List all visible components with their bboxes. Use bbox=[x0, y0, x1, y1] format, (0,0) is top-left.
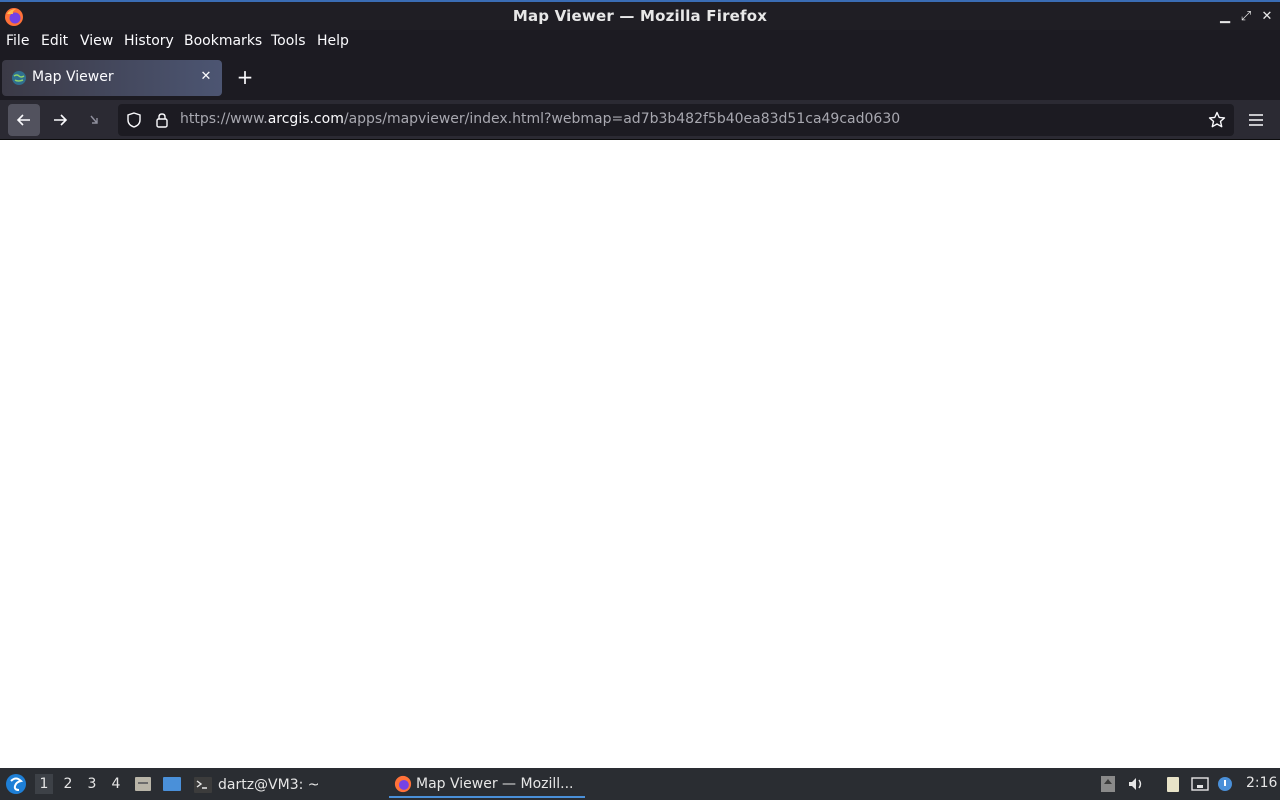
globe-icon bbox=[12, 71, 26, 85]
taskbar-terminal[interactable]: dartz@VM3: ~ bbox=[194, 772, 320, 798]
back-button[interactable] bbox=[8, 104, 40, 136]
url-bar[interactable]: https://www.arcgis.com/apps/mapviewer/in… bbox=[118, 104, 1234, 136]
workspace-3[interactable]: 3 bbox=[83, 774, 101, 794]
tab-map-viewer[interactable]: Map Viewer ✕ bbox=[2, 60, 222, 96]
menu-help[interactable]: Help bbox=[317, 33, 349, 49]
url-path: /apps/mapviewer/index.html?webmap=ad7b3b… bbox=[343, 111, 901, 127]
shield-icon[interactable] bbox=[126, 112, 142, 128]
maximize-button[interactable]: ⤢ bbox=[1238, 8, 1254, 24]
network-icon[interactable] bbox=[1191, 775, 1209, 793]
window-title: Map Viewer — Mozilla Firefox bbox=[512, 7, 768, 25]
workspace-4[interactable]: 4 bbox=[107, 774, 125, 794]
volume-icon[interactable] bbox=[1127, 775, 1145, 793]
menu-tools[interactable]: Tools bbox=[271, 33, 306, 49]
taskbar-firefox-label: Map Viewer — Mozill... bbox=[416, 776, 574, 792]
url-host: arcgis.com bbox=[267, 111, 344, 127]
tab-strip: Map Viewer ✕ + bbox=[0, 55, 1280, 100]
app-menu-button[interactable] bbox=[1244, 108, 1268, 132]
close-window-button[interactable]: ✕ bbox=[1259, 8, 1275, 24]
workspace-2[interactable]: 2 bbox=[59, 774, 77, 794]
tab-title: Map Viewer bbox=[32, 69, 114, 85]
minimize-button[interactable]: ▁ bbox=[1217, 8, 1233, 24]
arrow-right-icon bbox=[54, 114, 68, 126]
menu-history[interactable]: History bbox=[124, 33, 174, 49]
notification-icon[interactable] bbox=[1216, 775, 1234, 793]
reload-button[interactable] bbox=[80, 104, 112, 136]
forward-button[interactable] bbox=[44, 104, 76, 136]
taskbar-terminal-label: dartz@VM3: ~ bbox=[218, 777, 320, 793]
window-titlebar: Map Viewer — Mozilla Firefox ▁ ⤢ ✕ bbox=[0, 0, 1280, 30]
url-text[interactable]: https://www.arcgis.com/apps/mapviewer/in… bbox=[180, 111, 900, 127]
url-prefix: https://www. bbox=[180, 111, 268, 127]
lock-icon[interactable] bbox=[154, 112, 170, 128]
start-menu-icon[interactable] bbox=[5, 773, 27, 795]
reload-icon bbox=[90, 115, 98, 124]
terminal-icon bbox=[194, 777, 212, 793]
navigation-toolbar: https://www.arcgis.com/apps/mapviewer/in… bbox=[0, 100, 1280, 140]
clock: 2:16 bbox=[1246, 775, 1278, 791]
firefox-icon bbox=[394, 775, 412, 793]
bookmark-star-icon[interactable] bbox=[1208, 111, 1226, 129]
show-desktop-icon[interactable] bbox=[163, 775, 181, 793]
page-content[interactable] bbox=[0, 140, 1280, 768]
tray-updates-icon[interactable] bbox=[1099, 775, 1117, 793]
close-tab-icon[interactable]: ✕ bbox=[198, 69, 214, 85]
workspace-1[interactable]: 1 bbox=[35, 774, 53, 794]
menu-file[interactable]: File bbox=[6, 33, 29, 49]
new-tab-button[interactable]: + bbox=[234, 67, 256, 89]
hamburger-menu-icon bbox=[1249, 114, 1263, 126]
menu-view[interactable]: View bbox=[80, 33, 113, 49]
menu-bar: File Edit View History Bookmarks Tools H… bbox=[0, 30, 1280, 55]
menu-edit[interactable]: Edit bbox=[41, 33, 68, 49]
file-manager-icon[interactable] bbox=[134, 775, 152, 793]
clipboard-icon[interactable] bbox=[1164, 775, 1182, 793]
taskbar-firefox[interactable]: Map Viewer — Mozill... bbox=[389, 772, 585, 798]
menu-bookmarks[interactable]: Bookmarks bbox=[184, 33, 262, 49]
taskbar: 1 2 3 4 dartz@VM3: ~ Map Viewer — Mozill… bbox=[0, 768, 1280, 800]
arrow-left-icon bbox=[16, 114, 30, 126]
